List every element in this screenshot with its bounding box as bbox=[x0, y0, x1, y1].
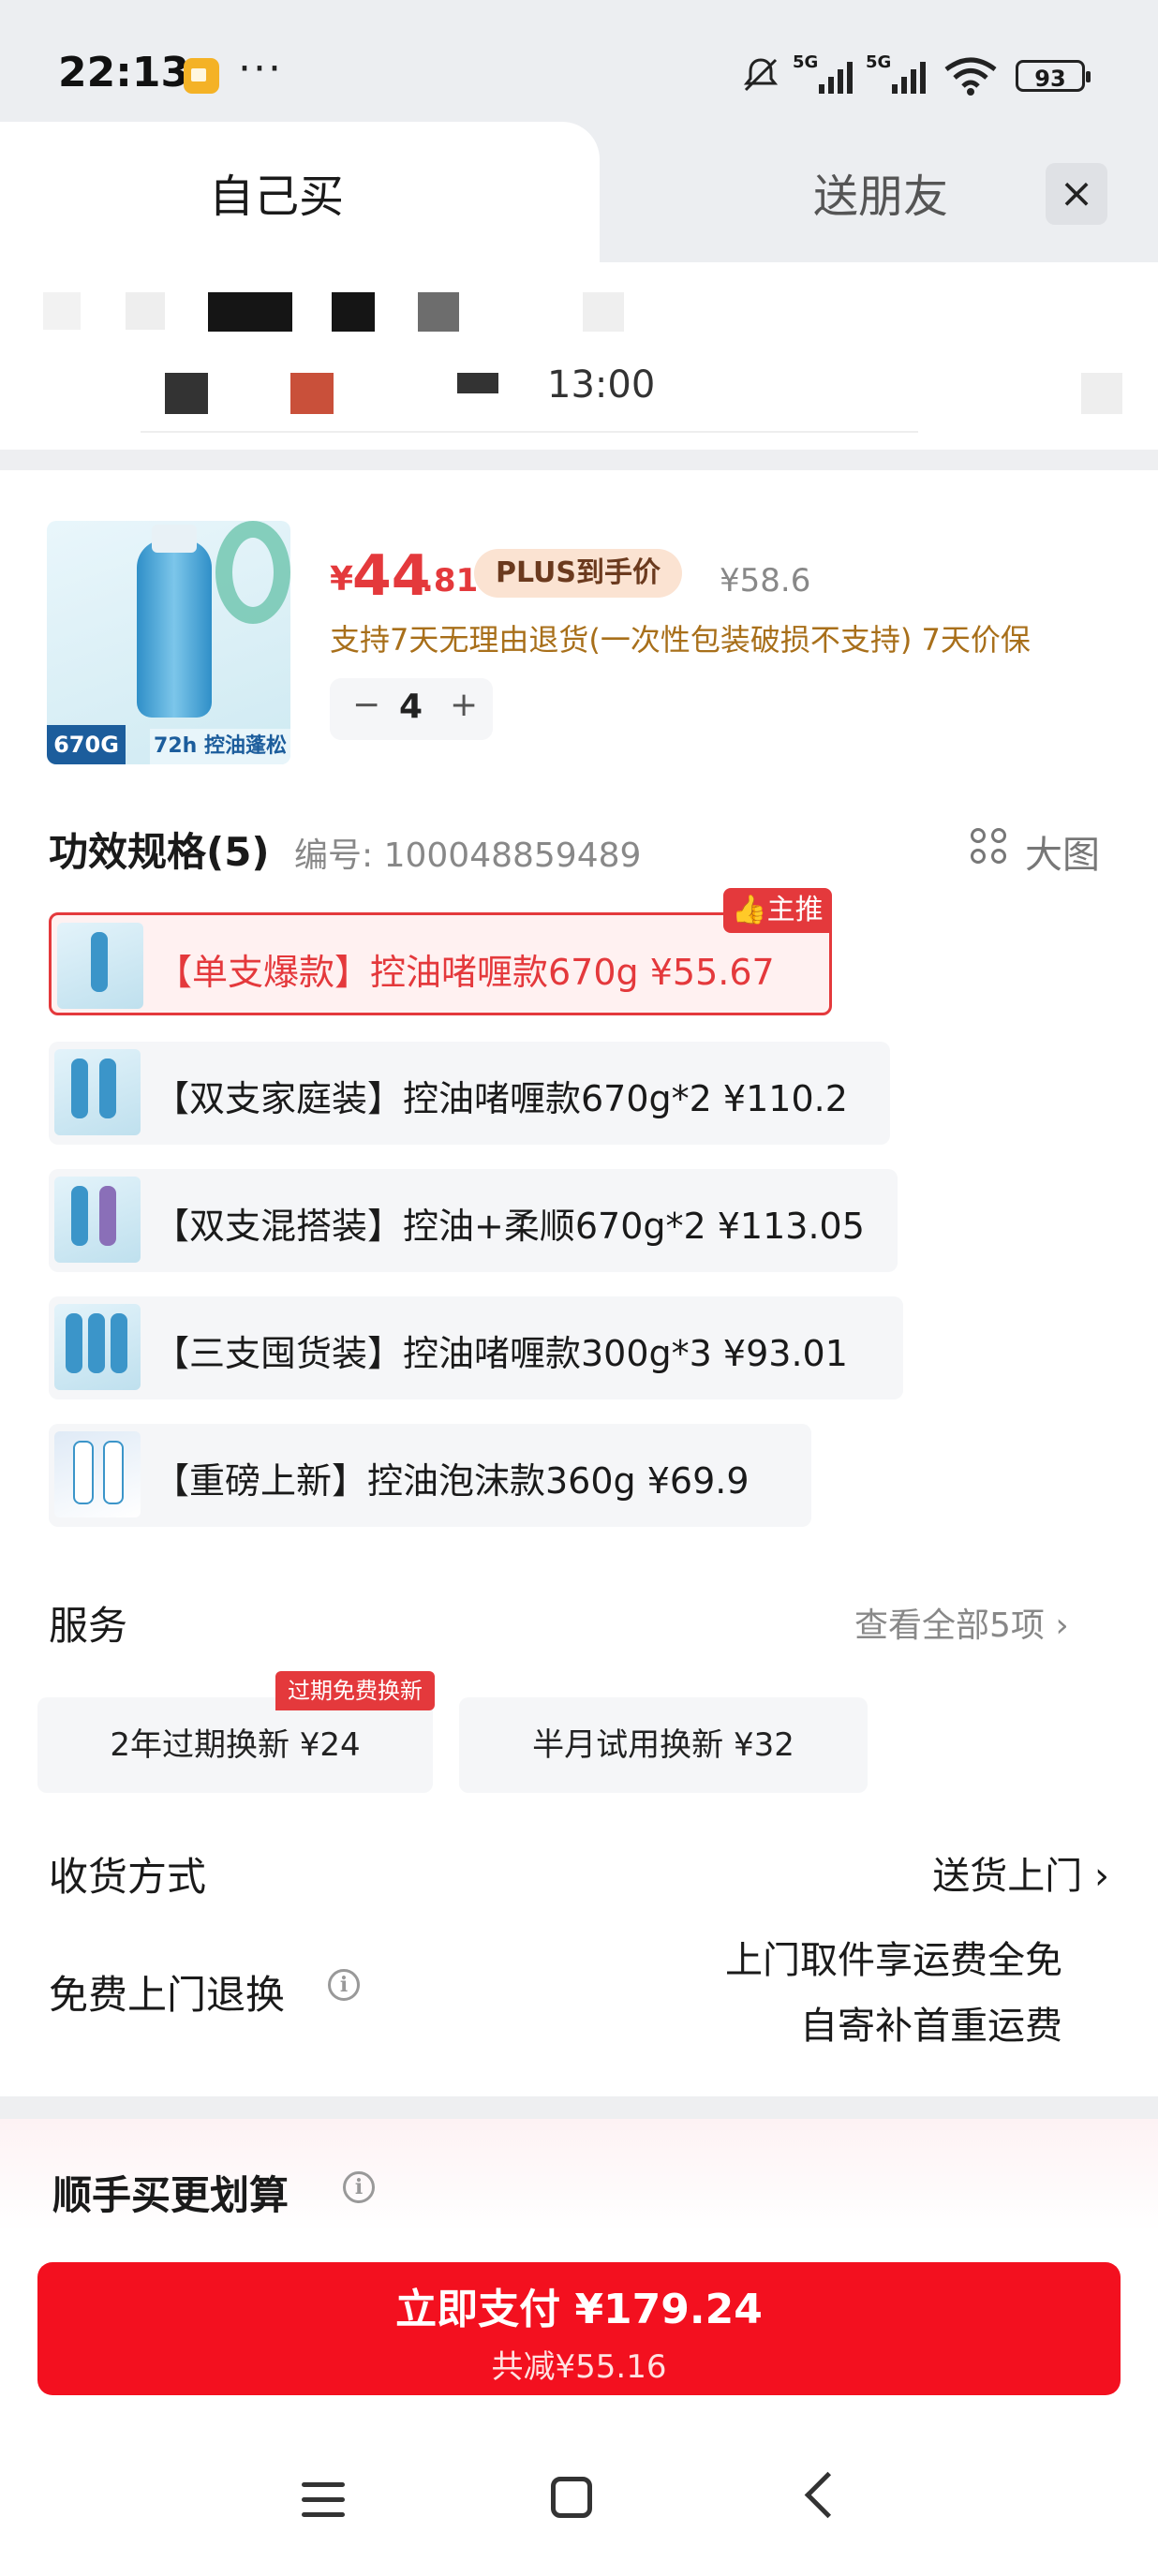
mute-bell-icon bbox=[743, 58, 779, 92]
recommend-badge: 👍主推 bbox=[723, 888, 832, 933]
network-label-1: 5G bbox=[793, 52, 819, 72]
product-image[interactable]: 670G 72h 控油蓬松 bbox=[47, 521, 290, 764]
section-divider bbox=[0, 2096, 1158, 2119]
quantity-value[interactable]: 4 bbox=[399, 688, 423, 726]
home-icon[interactable] bbox=[551, 2477, 592, 2518]
service-chip-trial-renew[interactable]: 半月试用换新 ¥32 bbox=[459, 1697, 868, 1793]
wifi-icon bbox=[944, 57, 997, 96]
bottle-cap-graphic bbox=[152, 525, 197, 553]
spec-title: 功效规格(5) bbox=[49, 829, 270, 875]
signal-5g-icon-1: 5G bbox=[793, 52, 858, 94]
free-return-label: 免费上门退换 bbox=[49, 1972, 286, 2018]
price-integer: 44 bbox=[352, 543, 431, 609]
spec-option-label: 【三支囤货装】控油啫喱款300g*3 ¥93.01 bbox=[154, 1333, 848, 1374]
free-return-line1: 上门取件享运费全免 bbox=[725, 1939, 1062, 1982]
battery-icon: 93 bbox=[1016, 60, 1091, 92]
service-chip-expire-renew[interactable]: 2年过期换新 ¥24 bbox=[37, 1697, 433, 1793]
info-icon[interactable]: i bbox=[328, 1969, 360, 2001]
spec-option-label: 【重磅上新】控油泡沫款360g ¥69.9 bbox=[154, 1460, 750, 1502]
address-time-text: 13:00 bbox=[547, 363, 656, 407]
pay-now-button[interactable]: 立即支付 ¥179.24 共减¥55.16 bbox=[37, 2262, 1121, 2395]
leaf-decoration bbox=[215, 521, 290, 624]
address-section[interactable]: 13:00 bbox=[0, 262, 1158, 450]
info-icon[interactable]: i bbox=[343, 2171, 375, 2203]
network-label-2: 5G bbox=[866, 52, 892, 72]
close-button[interactable]: × bbox=[1046, 163, 1107, 225]
spec-option-label: 【单支爆款】控油啫喱款670g ¥55.67 bbox=[156, 952, 775, 993]
services-view-all[interactable]: 查看全部5项 › bbox=[854, 1598, 1069, 1647]
free-return-line2: 自寄补首重运费 bbox=[800, 2005, 1062, 2048]
plus-price-badge: PLUS到手价 bbox=[474, 549, 682, 598]
quantity-minus-button[interactable]: − bbox=[352, 686, 380, 724]
price-currency: ¥ bbox=[330, 560, 354, 599]
grid-view-icon[interactable] bbox=[971, 828, 1012, 869]
spec-thumb bbox=[54, 1049, 141, 1135]
tab-self-buy-label[interactable]: 自己买 bbox=[0, 159, 553, 225]
shampoo-bottle-graphic bbox=[137, 540, 212, 718]
image-feature-tag: 72h 控油蓬松 bbox=[150, 729, 290, 764]
more-notifications-icon: ··· bbox=[238, 45, 283, 93]
section-divider bbox=[0, 450, 1158, 470]
spec-option-2[interactable]: 【双支家庭装】控油啫喱款670g*2 ¥110.2 bbox=[49, 1042, 890, 1145]
spec-option-label: 【双支混搭装】控油+柔顺670g*2 ¥113.05 bbox=[154, 1206, 865, 1247]
quantity-plus-button[interactable]: + bbox=[450, 686, 478, 724]
spec-thumb bbox=[57, 923, 143, 1009]
spec-thumb bbox=[54, 1431, 141, 1517]
spec-option-3[interactable]: 【双支混搭装】控油+柔顺670g*2 ¥113.05 bbox=[49, 1169, 898, 1272]
status-time: 22:13 bbox=[58, 49, 190, 96]
big-image-toggle[interactable]: 大图 bbox=[1025, 824, 1100, 879]
delivery-value[interactable]: 送货上门 › bbox=[656, 1845, 1109, 1900]
pay-discount: 共减¥55.16 bbox=[491, 2348, 667, 2386]
spec-option-5[interactable]: 【重磅上新】控油泡沫款360g ¥69.9 bbox=[49, 1424, 811, 1527]
signal-5g-icon-2: 5G bbox=[866, 52, 931, 94]
spec-option-4[interactable]: 【三支囤货装】控油啫喱款300g*3 ¥93.01 bbox=[49, 1296, 903, 1399]
return-policy-text: 支持7天无理由退货(一次性包装破损不支持) 7天价保 bbox=[330, 622, 1031, 658]
service-badge: 过期免费换新 bbox=[275, 1671, 435, 1710]
spec-thumb bbox=[54, 1304, 141, 1390]
original-price: ¥58.6 bbox=[720, 562, 811, 600]
more-deal-title: 顺手买更划算 bbox=[52, 2172, 290, 2218]
menu-icon[interactable] bbox=[302, 2482, 345, 2518]
pay-amount: 立即支付 ¥179.24 bbox=[395, 2286, 763, 2333]
spec-thumb bbox=[54, 1177, 141, 1263]
product-code: 编号: 100048859489 bbox=[294, 836, 642, 875]
spec-option-1[interactable]: 【单支爆款】控油啫喱款670g ¥55.67 bbox=[49, 912, 832, 1015]
tab-send-friend[interactable]: 送朋友 bbox=[712, 159, 1049, 225]
close-icon: × bbox=[1059, 170, 1094, 217]
spec-option-label: 【双支家庭装】控油啫喱款670g*2 ¥110.2 bbox=[154, 1078, 848, 1119]
services-title: 服务 bbox=[49, 1603, 128, 1649]
image-size-tag: 670G bbox=[47, 725, 126, 764]
quantity-stepper: − 4 + bbox=[330, 678, 493, 740]
notes-app-icon bbox=[184, 58, 219, 94]
delivery-label: 收货方式 bbox=[49, 1854, 207, 1900]
price-decimal: .81 bbox=[422, 562, 479, 600]
